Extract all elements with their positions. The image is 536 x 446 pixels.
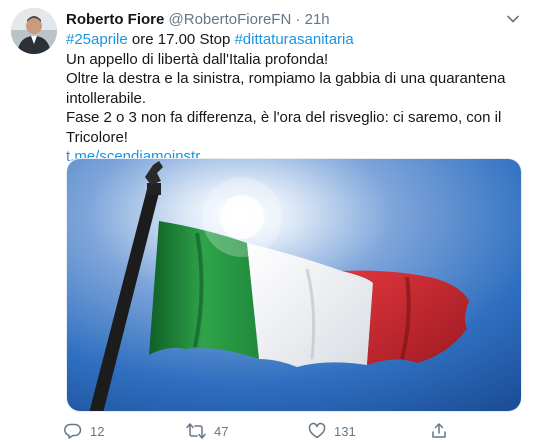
retweet-count: 47 bbox=[214, 423, 229, 439]
tweet-line-3: Oltre la destra e la sinistra, rompiamo … bbox=[66, 70, 506, 107]
separator-dot: · bbox=[295, 11, 301, 28]
share-icon bbox=[430, 422, 448, 440]
tweet-actions: 12 47 131 bbox=[64, 422, 464, 444]
retweet-icon bbox=[186, 422, 206, 440]
like-icon bbox=[308, 422, 326, 440]
flag-photo bbox=[67, 159, 521, 411]
retweet-button[interactable]: 47 bbox=[186, 422, 228, 440]
tweet-header: Roberto Fiore @RobertoFioreFN · 21h bbox=[66, 10, 496, 30]
tweet-card[interactable]: Roberto Fiore @RobertoFioreFN · 21h #25a… bbox=[0, 0, 536, 446]
tweet-image[interactable] bbox=[66, 158, 522, 412]
share-button[interactable] bbox=[430, 422, 448, 440]
tweet-text: #25aprile ore 17.00 Stop #dittaturasanit… bbox=[66, 30, 520, 167]
tweet-time[interactable]: 21h bbox=[305, 11, 330, 28]
reply-count: 12 bbox=[90, 423, 105, 439]
user-handle[interactable]: @RobertoFioreFN bbox=[169, 11, 292, 28]
user-name[interactable]: Roberto Fiore bbox=[66, 11, 164, 28]
hashtag-link[interactable]: #dittaturasanitaria bbox=[234, 31, 353, 48]
tweet-line-4: Fase 2 o 3 non fa differenza, è l'ora de… bbox=[66, 109, 502, 146]
like-count: 131 bbox=[334, 423, 356, 439]
tweet-line-1: #25aprile ore 17.00 Stop #dittaturasanit… bbox=[66, 30, 520, 50]
chevron-down-icon bbox=[506, 12, 520, 31]
like-button[interactable]: 131 bbox=[308, 422, 356, 440]
reply-button[interactable]: 12 bbox=[64, 422, 104, 440]
more-options-button[interactable] bbox=[504, 12, 522, 30]
hashtag-link[interactable]: #25aprile bbox=[66, 31, 128, 48]
reply-icon bbox=[64, 422, 82, 440]
tweet-text-fragment: ore 17.00 Stop bbox=[127, 31, 235, 48]
tweet-line-2: Un appello di libertà dall'Italia profon… bbox=[66, 50, 329, 68]
avatar[interactable] bbox=[11, 8, 57, 54]
